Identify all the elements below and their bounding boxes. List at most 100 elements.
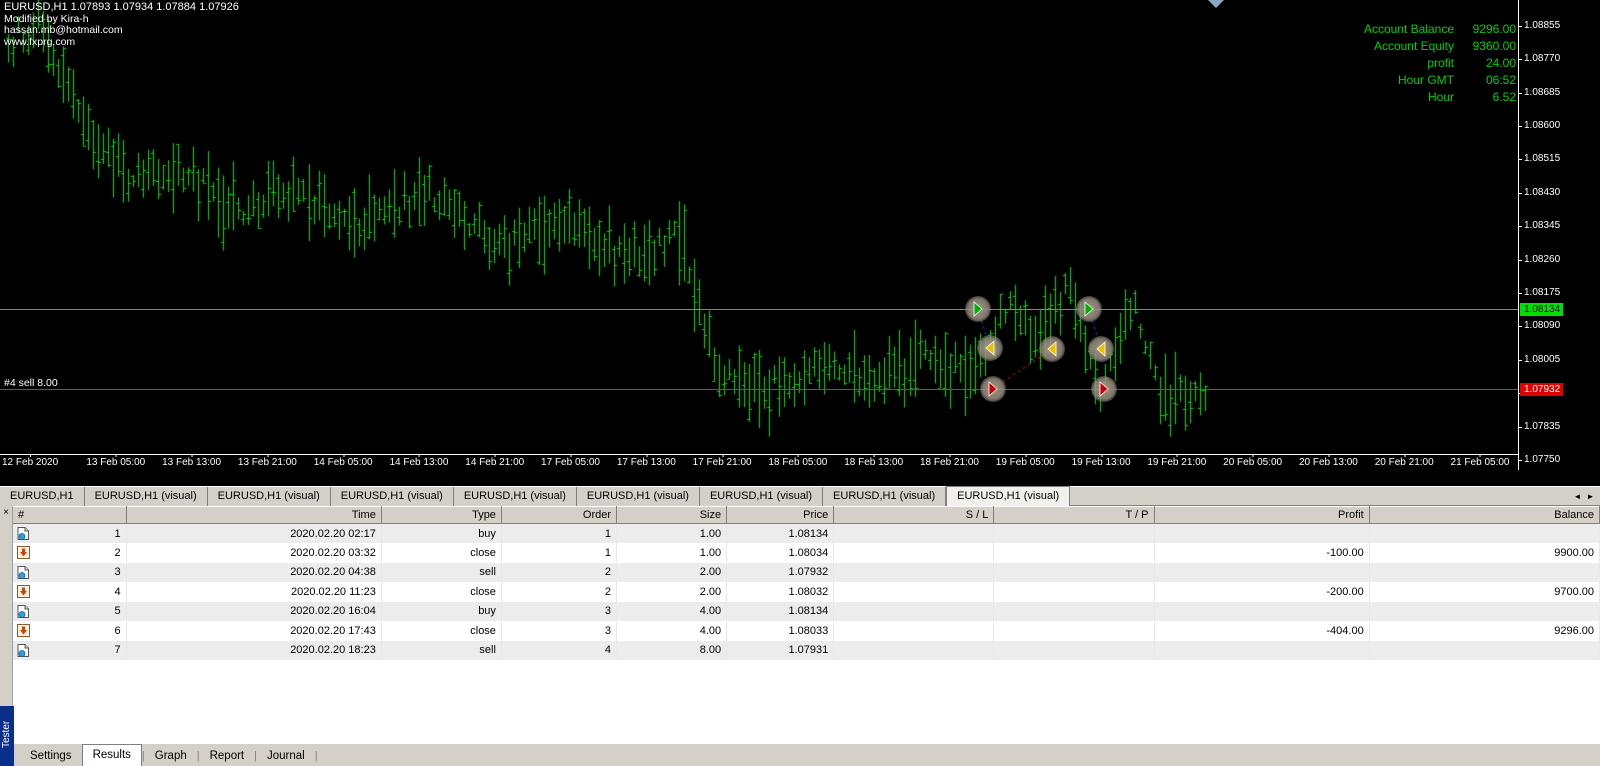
chart-tab[interactable]: EURUSD,H1 (visual)	[577, 487, 700, 506]
trade-marker-close[interactable]	[1088, 336, 1114, 362]
table-row[interactable]: 32020.02.20 04:38sell22.001.07932	[13, 563, 1600, 583]
results-header-row[interactable]: #TimeTypeOrderSizePriceS / LT / PProfitB…	[13, 507, 1600, 524]
cell-tp	[994, 602, 1154, 622]
order-open-icon	[17, 566, 30, 579]
cell-type: buy	[381, 524, 501, 544]
row-index-value: 6	[114, 625, 120, 637]
time-scale[interactable]: 12 Feb 202013 Feb 05:0013 Feb 13:0013 Fe…	[0, 454, 1518, 470]
cell-tp	[994, 563, 1154, 583]
cell-balance: 9700.00	[1369, 582, 1599, 602]
cell-tp	[994, 582, 1154, 602]
results-col-header[interactable]: Price	[727, 507, 834, 524]
cell-time: 2020.02.20 11:23	[126, 582, 381, 602]
results-col-header[interactable]: Time	[126, 507, 381, 524]
tester-tab-journal[interactable]: Journal	[257, 746, 315, 766]
time-tick: 21 Feb 05:00	[1451, 457, 1510, 468]
results-col-header[interactable]: Balance	[1369, 507, 1599, 524]
row-index-cell: 1	[13, 524, 126, 544]
table-row[interactable]: 52020.02.20 16:04buy34.001.08134	[13, 602, 1600, 622]
price-tick: 1.08090	[1524, 320, 1560, 331]
price-tick: 1.08855	[1524, 20, 1560, 31]
trade-marker-sell[interactable]	[1091, 376, 1117, 402]
chart-tab[interactable]: EURUSD,H1 (visual)	[85, 487, 208, 506]
row-index-cell: 7	[13, 641, 126, 661]
chart-tab-active[interactable]: EURUSD,H1 (visual)	[946, 486, 1070, 506]
results-col-header[interactable]: #	[13, 507, 126, 524]
account-row-value: 9296.00	[1454, 22, 1516, 36]
cell-time: 2020.02.20 16:04	[126, 602, 381, 622]
cell-balance	[1369, 602, 1599, 622]
table-row[interactable]: 22020.02.20 03:32close11.001.08034-100.0…	[13, 543, 1600, 563]
time-tick: 19 Feb 05:00	[996, 457, 1055, 468]
cell-sl	[834, 602, 994, 622]
tester-tab-separator: |	[315, 746, 318, 766]
chart-tab[interactable]: EURUSD,H1 (visual)	[331, 487, 454, 506]
order-open-icon	[17, 605, 30, 618]
cell-sl	[834, 641, 994, 661]
tester-tab-results[interactable]: Results	[82, 744, 142, 766]
table-row[interactable]: 72020.02.20 18:23sell48.001.07931	[13, 641, 1600, 661]
cell-price: 1.08033	[727, 621, 834, 641]
cell-order: 3	[501, 621, 616, 641]
chart-tab[interactable]: EURUSD,H1 (visual)	[208, 487, 331, 506]
price-tick: 1.08515	[1524, 153, 1560, 164]
results-col-header[interactable]: Type	[381, 507, 501, 524]
tester-tab-bar[interactable]: Tester SettingsResults|Graph|Report|Jour…	[0, 744, 1600, 766]
results-col-header[interactable]: Profit	[1154, 507, 1369, 524]
tester-tab-graph[interactable]: Graph	[145, 746, 197, 766]
row-index-cell: 2	[13, 543, 126, 563]
table-row[interactable]: 12020.02.20 02:17buy11.001.08134	[13, 524, 1600, 544]
chart-area[interactable]: EURUSD,H1 1.07893 1.07934 1.07884 1.0792…	[0, 0, 1600, 486]
time-tick: 14 Feb 21:00	[465, 457, 524, 468]
results-col-header[interactable]: Order	[501, 507, 616, 524]
account-row-label: Hour	[1428, 90, 1454, 104]
chart-tab[interactable]: EURUSD,H1 (visual)	[823, 487, 946, 506]
tab-scroll-arrows[interactable]: ◄ ►	[1572, 487, 1600, 506]
cell-time: 2020.02.20 18:23	[126, 641, 381, 661]
cell-time: 2020.02.20 17:43	[126, 621, 381, 641]
cell-order: 3	[501, 602, 616, 622]
time-tick: 20 Feb 05:00	[1223, 457, 1282, 468]
chart-tab-strip[interactable]: EURUSD,H1EURUSD,H1 (visual)EURUSD,H1 (vi…	[0, 486, 1600, 506]
cell-order: 2	[501, 563, 616, 583]
trade-marker-sell[interactable]	[980, 376, 1006, 402]
account-row-label: Account Balance	[1364, 22, 1454, 36]
cell-type: close	[381, 582, 501, 602]
cell-sl	[834, 524, 994, 544]
trade-marker-close[interactable]	[1039, 336, 1065, 362]
open-order-label: #4 sell 8.00	[4, 377, 58, 389]
results-col-header[interactable]: S / L	[834, 507, 994, 524]
account-row-value: 24.00	[1454, 56, 1516, 70]
time-tick: 14 Feb 13:00	[389, 457, 448, 468]
cell-sl	[834, 582, 994, 602]
cell-price: 1.08034	[727, 543, 834, 563]
table-row[interactable]: 42020.02.20 11:23close22.001.08032-200.0…	[13, 582, 1600, 602]
tab-scroll-right-icon[interactable]: ►	[1585, 492, 1596, 501]
results-col-header[interactable]: Size	[617, 507, 727, 524]
trade-marker-buy[interactable]	[1076, 296, 1102, 322]
cell-sl	[834, 543, 994, 563]
order-close-icon	[17, 624, 30, 637]
results-table-wrapper[interactable]: #TimeTypeOrderSizePriceS / LT / PProfitB…	[13, 506, 1600, 744]
tester-tab-report[interactable]: Report	[200, 746, 255, 766]
price-scale[interactable]: 1.088551.087701.086851.086001.085151.084…	[1518, 0, 1600, 470]
time-tick: 18 Feb 21:00	[920, 457, 979, 468]
cell-profit: -404.00	[1154, 621, 1369, 641]
cell-order: 2	[501, 582, 616, 602]
trade-marker-buy[interactable]	[965, 296, 991, 322]
chart-tab[interactable]: EURUSD,H1 (visual)	[700, 487, 823, 506]
chart-credit-line-3: www.fxprg.com	[4, 37, 239, 49]
trade-marker-close[interactable]	[977, 335, 1003, 361]
tester-tabs: SettingsResults|Graph|Report|Journal|	[20, 744, 318, 766]
account-row-hour: Hour6.52	[1364, 88, 1516, 105]
cell-price: 1.08134	[727, 524, 834, 544]
tester-tab-settings[interactable]: Settings	[20, 746, 82, 766]
table-row[interactable]: 62020.02.20 17:43close34.001.08033-404.0…	[13, 621, 1600, 641]
tab-scroll-left-icon[interactable]: ◄	[1572, 492, 1583, 501]
results-col-header[interactable]: T / P	[994, 507, 1154, 524]
time-tick: 18 Feb 13:00	[844, 457, 903, 468]
account-row-value: 9360.00	[1454, 39, 1516, 53]
chart-tab[interactable]: EURUSD,H1	[0, 487, 85, 506]
chart-tab[interactable]: EURUSD,H1 (visual)	[454, 487, 577, 506]
cell-balance	[1369, 524, 1599, 544]
